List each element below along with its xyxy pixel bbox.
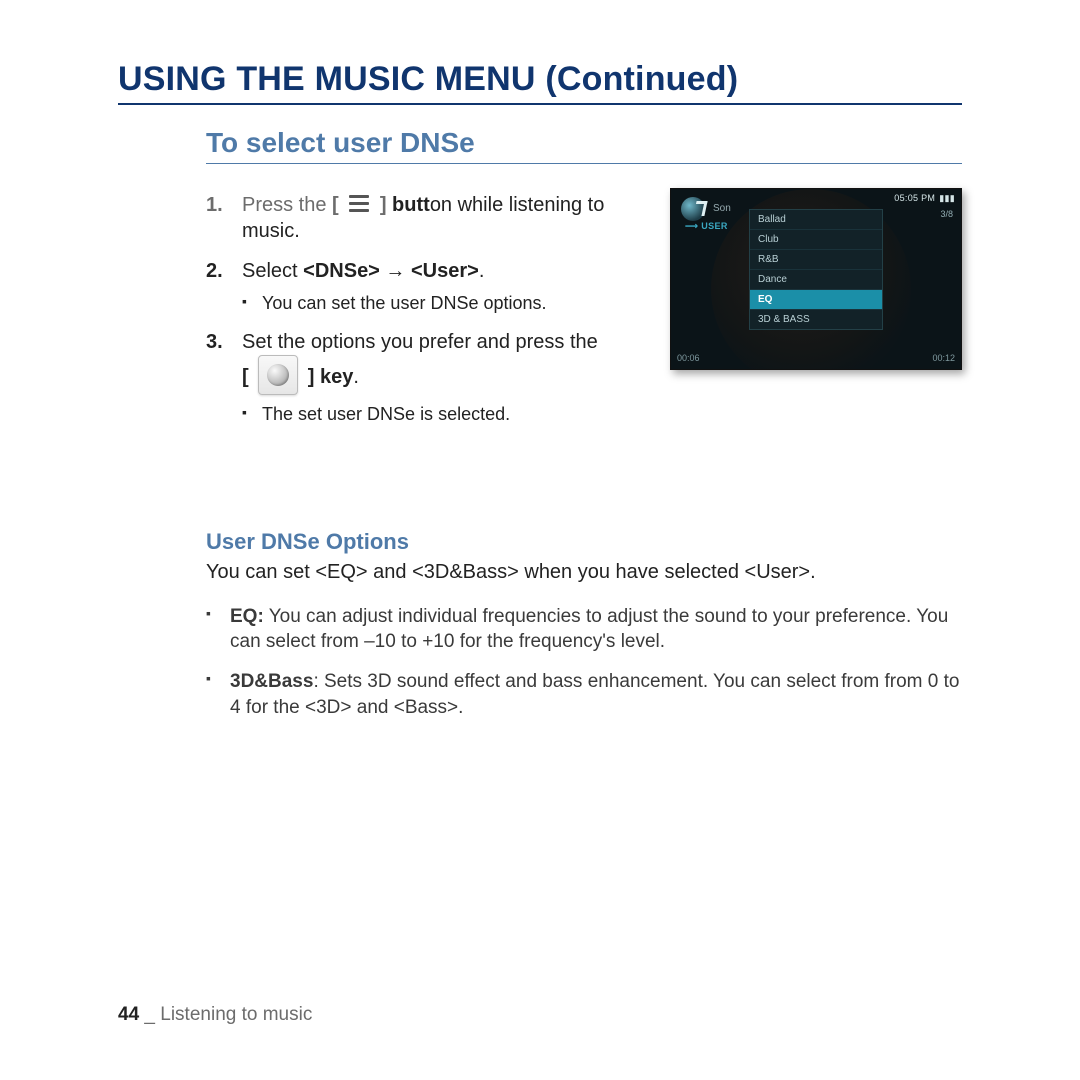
device-menu-item: R&B: [750, 250, 882, 270]
steps-column: Press the [ ] button while listening to …: [206, 182, 642, 441]
music-note-icon: [681, 197, 705, 221]
option-eq: EQ: You can adjust individual frequencie…: [206, 604, 962, 655]
step-3-sub: The set user DNSe is selected.: [242, 403, 642, 426]
step-3-sublist: The set user DNSe is selected.: [242, 403, 642, 426]
option-3dbass: 3D&Bass: Sets 3D sound effect and bass e…: [206, 669, 962, 720]
page-title: USING THE MUSIC MENU (Continued): [118, 60, 962, 99]
device-user-label: ⟶ USER: [685, 221, 728, 232]
device-menu-item: EQ: [750, 290, 882, 310]
device-menu-item: 3D & BASS: [750, 310, 882, 329]
menu-icon: [346, 192, 372, 214]
device-time: 05:05 PM: [894, 193, 935, 204]
device-screenshot: 05:05 PM ▮▮▮ Son ⟶ USER 3/8 BalladClubR&…: [670, 188, 962, 370]
step-1-bracket-open: [: [332, 194, 344, 216]
page-content: To select user DNSe Press the [ ] button…: [206, 127, 962, 720]
step-1-bracket-close: ]: [374, 194, 392, 216]
step-1: Press the [ ] button while listening to …: [206, 192, 642, 244]
option-eq-label: EQ:: [230, 606, 264, 627]
option-eq-text: You can adjust individual frequencies to…: [230, 606, 948, 653]
step-2-tail: .: [479, 260, 485, 282]
step-1-pre: Press the: [242, 194, 332, 216]
device-sidelabel: Son: [713, 203, 731, 214]
step-3: Set the options you prefer and press the…: [206, 329, 642, 426]
step-3-key-close: ] key: [308, 366, 354, 388]
time-elapsed: 00:06: [677, 353, 700, 363]
device-timeline: 00:06 00:12: [677, 353, 955, 363]
device-menu: BalladClubR&BDanceEQ3D & BASS: [749, 209, 883, 330]
page-number: 44: [118, 1004, 139, 1025]
step-3-tail: .: [353, 366, 359, 388]
option-3dbass-text: : Sets 3D sound effect and bass enhancem…: [230, 671, 959, 718]
ok-key-icon: [258, 355, 298, 395]
manual-page: USING THE MUSIC MENU (Continued) To sele…: [0, 0, 1080, 1080]
options-heading: User DNSe Options: [206, 529, 962, 555]
page-sep: _: [139, 1004, 160, 1025]
section-rule: [206, 163, 962, 164]
step-3-key-open: [: [242, 366, 249, 388]
device-menu-item: Club: [750, 230, 882, 250]
battery-icon: ▮▮▮: [939, 193, 955, 204]
section-heading: To select user DNSe: [206, 127, 962, 159]
steps-list: Press the [ ] button while listening to …: [206, 192, 642, 427]
step-2-sub: You can set the user DNSe options.: [242, 292, 642, 315]
step-3-lead: Set the options you prefer and press the: [242, 331, 598, 353]
options-list: EQ: You can adjust individual frequencie…: [206, 604, 962, 721]
step-2-sublist: You can set the user DNSe options.: [242, 292, 642, 315]
device-pager: 3/8: [940, 209, 953, 219]
step-2-bold: <DNSe> → <User>: [303, 260, 479, 282]
option-3dbass-label: 3D&Bass: [230, 671, 313, 692]
page-footer: 44 _ Listening to music: [118, 1004, 312, 1026]
step-1-butt: butt: [392, 194, 430, 216]
title-rule: [118, 103, 962, 105]
options-intro: You can set <EQ> and <3D&Bass> when you …: [206, 561, 962, 584]
time-total: 00:12: [932, 353, 955, 363]
step-2: Select <DNSe> → <User>. You can set the …: [206, 258, 642, 315]
step-2-lead: Select: [242, 260, 303, 282]
device-menu-item: Dance: [750, 270, 882, 290]
page-section: Listening to music: [160, 1004, 312, 1025]
device-menu-item: Ballad: [750, 210, 882, 230]
steps-row: Press the [ ] button while listening to …: [206, 182, 962, 441]
